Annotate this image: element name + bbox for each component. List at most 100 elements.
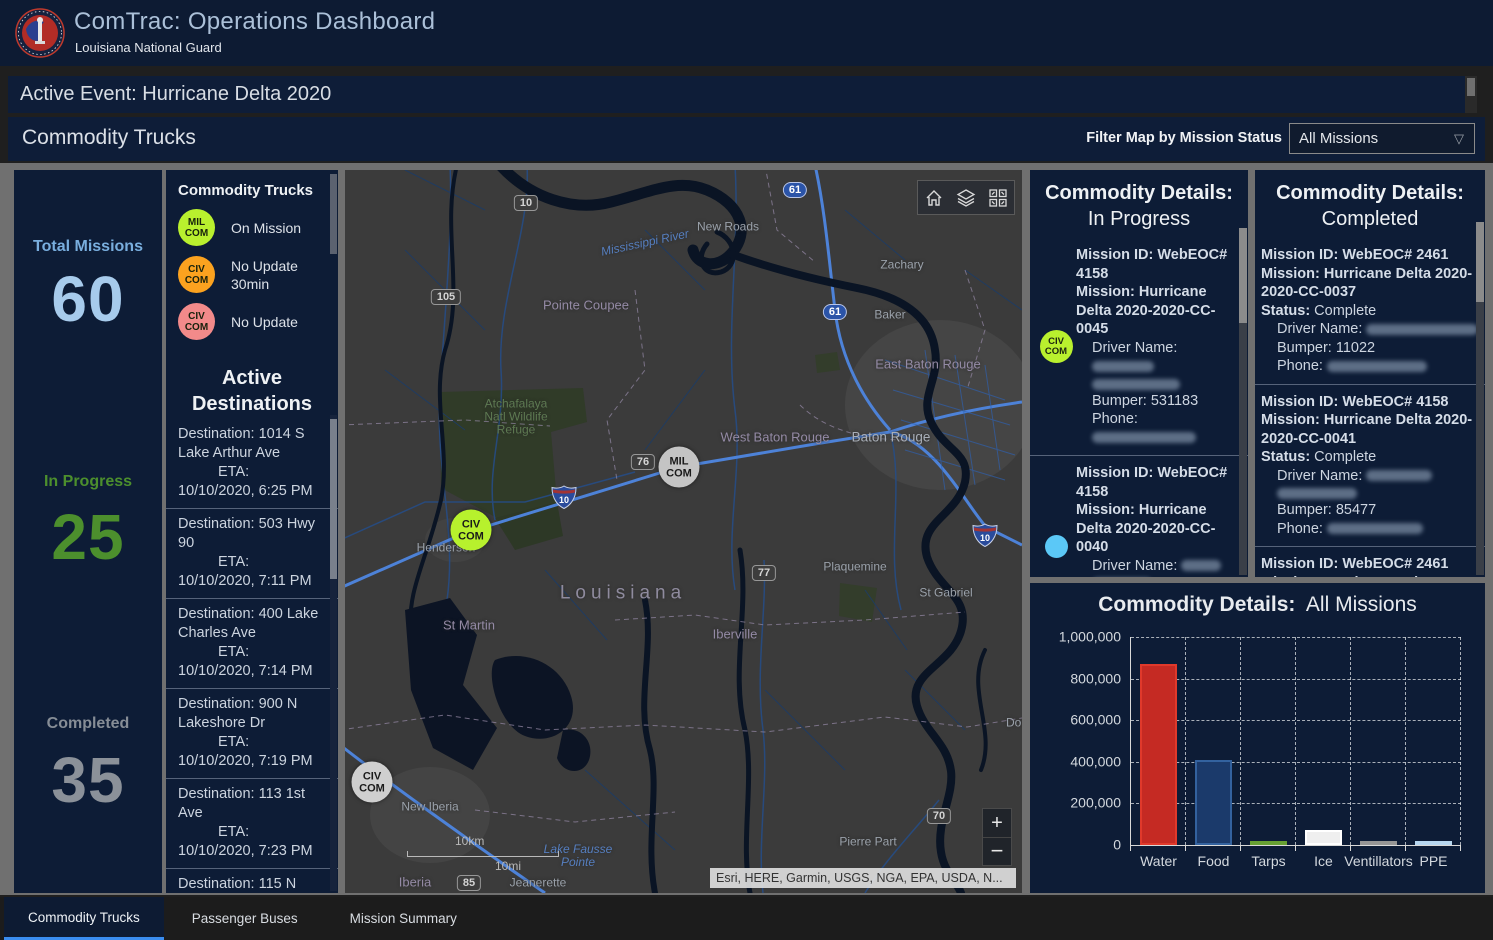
mission-text: Mission ID: WebEOC# 2461Mission: Hurrica… xyxy=(1261,555,1479,577)
truck-status-icon: CIV COM xyxy=(178,303,215,340)
h-gridline xyxy=(1131,678,1461,680)
marker-text: MIL xyxy=(187,216,206,228)
x-category-label: PPE xyxy=(1419,853,1448,869)
mission-item[interactable]: Mission ID: WebEOC# 4158 Mission: Hurrica… xyxy=(1030,455,1248,577)
interstate-shield: 10 xyxy=(551,485,577,510)
destination-item[interactable]: Destination: 400 Lake Charles Ave ETA: 10… xyxy=(166,598,338,688)
bumper-line: Bumper: 85477 xyxy=(1261,501,1479,520)
destination-item[interactable]: Destination: 503 Hwy 90 ETA: 10/10/2020, … xyxy=(166,508,338,598)
x-tick xyxy=(1130,845,1131,851)
map-label: Dou xyxy=(1005,715,1022,730)
louisiana-national-guard-logo xyxy=(15,8,65,58)
map-label: St Martin xyxy=(442,617,496,633)
map-label: Iberville xyxy=(712,626,758,642)
commodity-details-in-progress-panel: Commodity Details: In Progress CIV COM Mis… xyxy=(1030,170,1248,577)
completed-scrollbar[interactable] xyxy=(1476,222,1484,302)
destination-eta: ETA: 10/10/2020, 7:23 PM xyxy=(178,824,313,859)
x-tick xyxy=(1460,845,1461,851)
phone-line: Phone: xyxy=(1261,520,1479,539)
chart-bar-food[interactable] xyxy=(1195,759,1232,845)
field-label: Mission: xyxy=(1261,265,1324,282)
mission-item[interactable]: Mission ID: WebEOC# 2461Mission: Hurrica… xyxy=(1255,238,1485,384)
tab-mission-summary[interactable]: Mission Summary xyxy=(326,897,481,940)
chart-bar-ice[interactable] xyxy=(1305,830,1342,845)
v-gridline xyxy=(1295,637,1296,845)
redacted-text xyxy=(1366,323,1479,335)
highway-shield: 77 xyxy=(751,565,777,581)
basemap-gallery-icon[interactable] xyxy=(988,188,1008,208)
destination-item[interactable]: Destination: 113 1st Ave ETA: 10/10/2020,… xyxy=(166,778,338,868)
layers-icon[interactable] xyxy=(956,188,976,208)
destination-address: Destination: 1014 S Lake Arthur Ave xyxy=(178,426,305,461)
map-label: Pierre Part xyxy=(839,834,897,849)
field-label: Status: xyxy=(1261,302,1315,319)
marker-text: COM xyxy=(359,782,385,794)
mission-item[interactable]: Mission ID: WebEOC# 2461Mission: Hurrica… xyxy=(1255,546,1485,577)
active-event-scrollbar[interactable] xyxy=(1465,76,1477,113)
marker-text: CIV xyxy=(362,770,382,782)
field-label: Mission ID: xyxy=(1076,465,1158,481)
destination-item[interactable]: Destination: 115 N 10th StETA: 10/10/202… xyxy=(166,868,338,893)
mission-name-line: Mission: Hurricane Delta 2020-2020-CC-00… xyxy=(1261,265,1479,302)
legend-scrollbar[interactable] xyxy=(330,174,337,254)
field-label: Mission: xyxy=(1261,412,1324,428)
mission-name-line: Mission: Hurricane Delta 2020-2020-CC-00… xyxy=(1076,501,1242,557)
field-value: Phone: xyxy=(1092,411,1138,427)
truck-status-icon: MIL COM xyxy=(178,209,215,246)
v-gridline xyxy=(1460,637,1461,845)
destination-address: Destination: 400 Lake Charles Ave xyxy=(178,606,319,641)
destination-item[interactable]: Destination: 900 N Lakeshore Dr ETA: 10/1… xyxy=(166,688,338,778)
map-label: Mississippi River xyxy=(599,226,691,259)
tab-commodity-trucks[interactable]: Commodity Trucks xyxy=(4,897,164,940)
field-value: Bumper: xyxy=(1092,392,1151,409)
chart-bar-water[interactable] xyxy=(1140,664,1177,845)
chevron-down-icon: ▽ xyxy=(1454,131,1464,146)
redacted-text xyxy=(1092,360,1154,372)
active-event-text: Active Event: Hurricane Delta 2020 xyxy=(20,83,332,105)
mission-item[interactable]: Mission ID: WebEOC# 4158 Mission: Hurrica… xyxy=(1255,383,1485,547)
phone-line: Phone: xyxy=(1261,357,1479,376)
field-label: Mission ID: xyxy=(1261,393,1343,410)
h-gridline xyxy=(1131,803,1461,805)
chart-bar-ventillators[interactable] xyxy=(1360,841,1397,845)
in-progress-value: 25 xyxy=(51,501,125,573)
map-label: Pointe Coupee xyxy=(542,297,630,313)
field-value: Driver Name: xyxy=(1277,467,1367,484)
mission-item[interactable]: CIV COM Mission ID: WebEOC# 4158 Mission: H… xyxy=(1030,238,1248,455)
map-label: Louisiana xyxy=(559,582,687,604)
h-gridline xyxy=(1131,637,1461,638)
destinations-scrollbar[interactable] xyxy=(330,419,337,579)
map-panel[interactable]: Mississippi River New Roads Zachary Pointe … xyxy=(345,170,1022,893)
y-tick-label: 800,000 xyxy=(1070,670,1121,687)
truck-marker-civcom[interactable]: CIV COM xyxy=(351,761,393,803)
map-label: Baker xyxy=(874,307,906,322)
svg-text:10: 10 xyxy=(980,533,990,543)
y-tick-label: 1,000,000 xyxy=(1058,628,1121,645)
destination-item[interactable]: Destination: 1014 S Lake Arthur Ave ETA: … xyxy=(166,419,338,508)
field-value: 85477 xyxy=(1335,502,1377,518)
zoom-in-button[interactable]: + xyxy=(983,809,1011,838)
zoom-out-button[interactable]: − xyxy=(983,838,1011,866)
tab-passenger-buses[interactable]: Passenger Buses xyxy=(168,897,322,940)
destination-eta: ETA: 10/10/2020, 7:11 PM xyxy=(178,554,312,589)
mission-text: Mission ID: WebEOC# 4158 Mission: Hurrica… xyxy=(1076,246,1242,447)
mission-status-dropdown[interactable]: All Missions ▽ xyxy=(1289,123,1475,154)
map-label: New Roads xyxy=(696,219,760,234)
home-icon[interactable] xyxy=(924,188,944,208)
chart-bar-ppe[interactable] xyxy=(1415,841,1452,845)
map-label: Jeanerette xyxy=(509,875,567,890)
map-overlay: Mississippi River New Roads Zachary Pointe … xyxy=(345,170,1022,893)
redacted-text xyxy=(1092,432,1196,444)
commodity-trucks-toolbar: Commodity Trucks Filter Map by Mission S… xyxy=(8,117,1485,161)
v-gridline xyxy=(1240,637,1241,845)
marker-text: COM xyxy=(184,227,209,239)
section-title: Commodity Trucks xyxy=(22,126,196,149)
chart-bar-tarps[interactable] xyxy=(1250,841,1287,845)
y-tick-label: 200,000 xyxy=(1070,795,1121,812)
field-value: Complete xyxy=(1314,449,1377,465)
highway-shield: 76 xyxy=(630,454,656,470)
field-value: 11022 xyxy=(1335,339,1376,356)
truck-marker-civcom[interactable]: CIV COM xyxy=(450,509,492,551)
in-progress-scrollbar[interactable] xyxy=(1239,228,1247,323)
truck-marker-milcom[interactable]: MIL COM xyxy=(658,446,700,488)
